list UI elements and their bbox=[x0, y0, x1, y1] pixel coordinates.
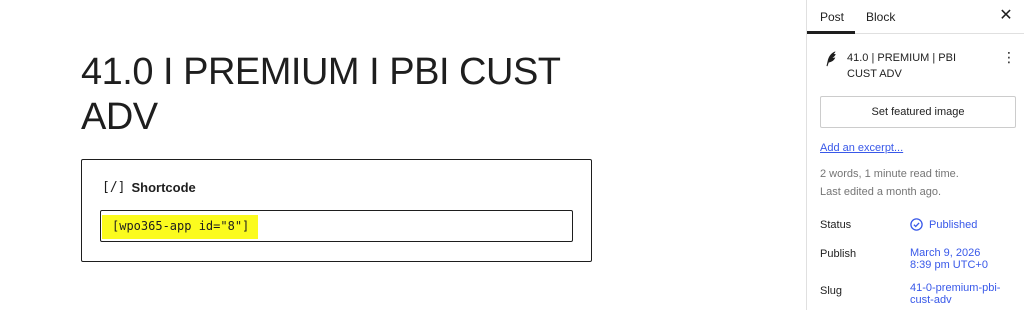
tab-post[interactable]: Post bbox=[820, 10, 844, 24]
publish-time[interactable]: 8:39 pm UTC+0 bbox=[910, 259, 988, 271]
post-summary-title: 41.0 | PREMIUM | PBI CUST ADV bbox=[847, 52, 957, 80]
word-count: 2 words, 1 minute read time. bbox=[820, 168, 959, 180]
feather-icon bbox=[826, 51, 836, 67]
set-featured-image-button[interactable]: Set featured image bbox=[820, 96, 1016, 128]
publish-date[interactable]: March 9, 2026 bbox=[910, 247, 980, 259]
sidebar-tabs: Post Block ✕ bbox=[807, 0, 1024, 34]
last-edited: Last edited a month ago. bbox=[820, 186, 942, 198]
shortcode-icon: [/] bbox=[102, 180, 126, 195]
shortcode-input[interactable]: [wpo365-app id="8"] bbox=[100, 210, 573, 242]
status-value-text[interactable]: Published bbox=[929, 219, 977, 231]
settings-sidebar: Post Block ✕ 41.0 | PREMIUM | PBI CUST A… bbox=[806, 0, 1024, 310]
check-circle-icon bbox=[910, 218, 923, 231]
post-title-line-1[interactable]: 41.0 I PREMIUM I PBI CUST bbox=[81, 51, 561, 93]
status-label: Status bbox=[820, 219, 852, 231]
shortcode-block[interactable]: [/] Shortcode [wpo365-app id="8"] bbox=[81, 159, 592, 262]
slug-line-1[interactable]: 41-0-premium-pbi- bbox=[910, 282, 1000, 294]
slug-label: Slug bbox=[820, 285, 843, 297]
add-excerpt-link[interactable]: Add an excerpt... bbox=[820, 142, 903, 154]
shortcode-value[interactable]: [wpo365-app id="8"] bbox=[102, 215, 259, 239]
post-title[interactable]: 41.0 I PREMIUM I PBI CUST ADV bbox=[81, 50, 601, 140]
publish-value[interactable]: March 9, 2026 8:39 pm UTC+0 bbox=[910, 247, 988, 271]
more-vertical-icon[interactable]: ⋮ bbox=[1002, 50, 1016, 64]
shortcode-label: Shortcode bbox=[131, 180, 196, 195]
publish-label: Publish bbox=[820, 248, 857, 260]
post-summary: 41.0 | PREMIUM | PBI CUST ADV bbox=[823, 50, 1013, 82]
tab-block[interactable]: Block bbox=[866, 10, 895, 24]
active-tab-indicator bbox=[807, 31, 855, 34]
close-icon[interactable]: ✕ bbox=[997, 7, 1015, 25]
post-title-line-2[interactable]: ADV bbox=[81, 96, 158, 138]
shortcode-block-label: [/] Shortcode bbox=[102, 180, 196, 195]
status-value[interactable]: Published bbox=[910, 218, 977, 231]
slug-value[interactable]: 41-0-premium-pbi- cust-adv bbox=[910, 282, 1000, 306]
editor-canvas: 41.0 I PREMIUM I PBI CUST ADV [/] Shortc… bbox=[0, 0, 806, 310]
slug-line-2[interactable]: cust-adv bbox=[910, 294, 952, 306]
